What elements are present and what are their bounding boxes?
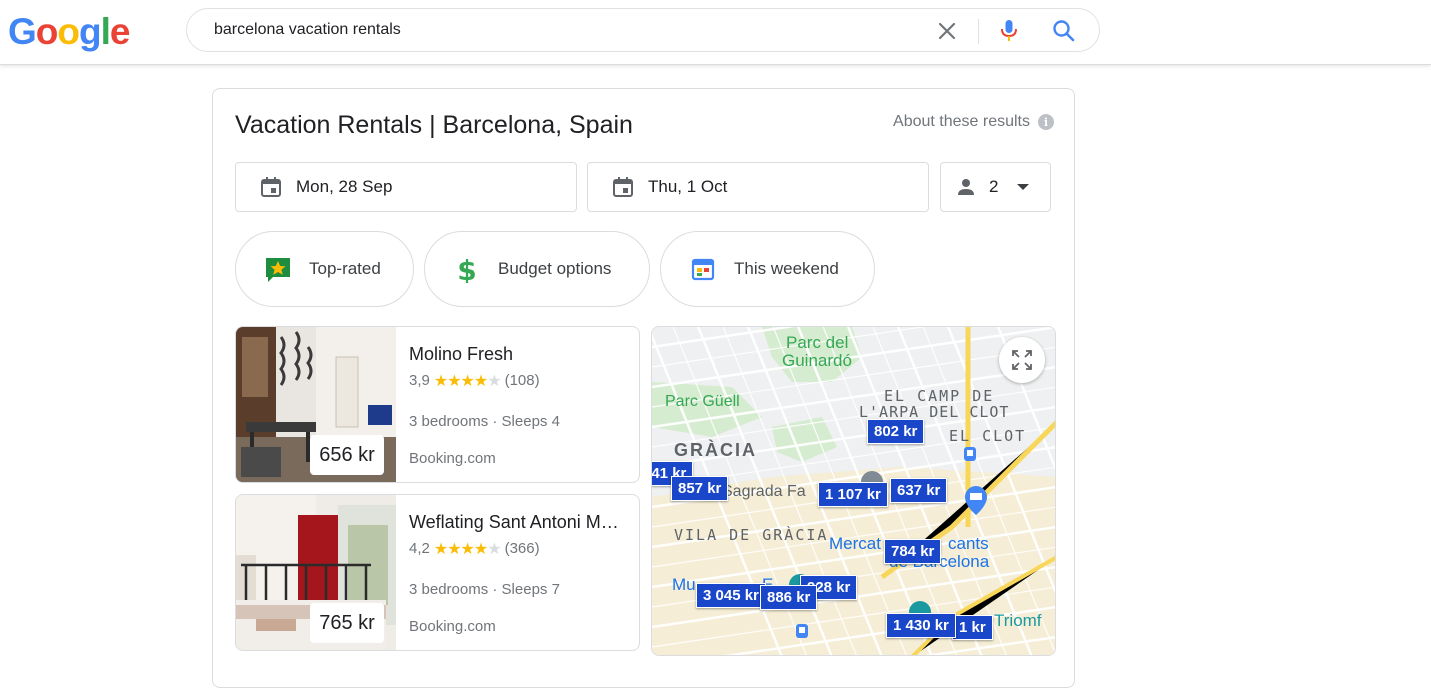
calendar-icon (261, 177, 281, 197)
star-rating-icon: ★★★★★ (433, 539, 502, 558)
map-label-district: GRÀCIA (674, 440, 757, 460)
logo-letter: o (57, 11, 80, 52)
search-box[interactable]: barcelona vacation rentals (186, 8, 1100, 52)
listing-card[interactable]: 765 kr Weflating Sant Antoni M… 4,2 ★★★★… (235, 494, 640, 651)
rating-value: 3,9 (409, 372, 430, 389)
logo-letter: o (35, 11, 59, 52)
svg-text:$: $ (457, 255, 476, 283)
map-label-place: Triomf (994, 611, 1042, 630)
logo-letter: l (100, 11, 111, 52)
map-label-place: Mu (672, 575, 696, 594)
map-price-pin[interactable]: 857 kr (671, 476, 729, 501)
vacation-rentals-card: Vacation Rentals | Barcelona, Spain Abou… (212, 88, 1075, 688)
listing-photo[interactable]: 765 kr (236, 495, 396, 650)
listing-rating: 4,2 ★★★★★ (366) (409, 539, 540, 558)
listing-rating: 3,9 ★★★★★ (108) (409, 371, 540, 390)
map-price-pin[interactable]: 784 kr (884, 539, 942, 564)
map-label-park: Parc Güell (665, 393, 740, 410)
map-price-pin[interactable]: 3 045 kr (696, 583, 766, 608)
listing-price: 765 kr (310, 603, 384, 643)
review-count: (108) (504, 372, 540, 389)
map-price-pin[interactable]: 1 430 kr (886, 613, 956, 638)
rating-value: 4,2 (409, 540, 430, 557)
header: Google barcelona vacation rentals (0, 0, 1431, 65)
review-count: (366) (504, 540, 540, 557)
map-label-district: VILA DE GRÀCIA (674, 526, 829, 544)
guests-count: 2 (989, 177, 999, 196)
clear-button[interactable] (935, 19, 959, 43)
chevron-down-icon (1017, 184, 1030, 190)
map-label-place: Mercat (829, 534, 881, 553)
checkout-date-field[interactable]: Thu, 1 Oct (587, 162, 929, 212)
google-logo[interactable]: Google (8, 11, 131, 52)
map-price-pin[interactable]: 802 kr (867, 419, 925, 444)
filter-chip-label: Budget options (498, 259, 612, 278)
card-title: Vacation Rentals | Barcelona, Spain (235, 111, 633, 139)
listing-source: Booking.com (409, 618, 496, 635)
close-icon (938, 22, 956, 40)
checkin-date-field[interactable]: Mon, 28 Sep (235, 162, 577, 212)
search-divider (978, 19, 979, 44)
filter-chip-label: Top-rated (309, 259, 381, 278)
filter-chip-top-rated[interactable]: Top-rated (235, 231, 414, 307)
map-price-pin[interactable]: 1 107 kr (818, 482, 888, 507)
map-label-place: cants (948, 534, 989, 553)
logo-letter: g (79, 11, 102, 52)
star-rating-icon: ★★★★★ (433, 371, 502, 390)
logo-letter: G (8, 11, 37, 52)
calendar-icon (613, 177, 633, 197)
listing-price: 656 kr (310, 435, 384, 475)
map-label-district: EL CLOT (949, 427, 1027, 445)
filter-chip-this-weekend[interactable]: This weekend (660, 231, 875, 307)
fullscreen-icon (1012, 350, 1032, 370)
listing-details: 3 bedrooms · Sleeps 4 (409, 413, 560, 430)
info-icon: i (1038, 114, 1054, 130)
about-results-label: About these results (893, 113, 1030, 130)
guests-selector[interactable]: 2 (940, 162, 1051, 212)
checkin-date-value: Mon, 28 Sep (296, 177, 393, 196)
filter-chip-budget-options[interactable]: $ Budget options (424, 231, 650, 307)
dollar-icon: $ (457, 255, 476, 283)
listing-name[interactable]: Weflating Sant Antoni M… (409, 512, 631, 533)
checkout-date-value: Thu, 1 Oct (648, 177, 728, 196)
map-price-pin[interactable]: 886 kr (760, 585, 818, 610)
voice-search-button[interactable] (997, 18, 1021, 44)
listing-card[interactable]: 656 kr Molino Fresh 3,9 ★★★★★ (108) 3 be… (235, 326, 640, 483)
search-button[interactable] (1051, 18, 1077, 44)
person-icon (958, 179, 974, 195)
map-label-park: Parc del (786, 333, 849, 352)
listing-name[interactable]: Molino Fresh (409, 344, 631, 365)
search-icon (1053, 20, 1075, 42)
map-label-park: Guinardó (782, 351, 852, 370)
search-input[interactable]: barcelona vacation rentals (214, 21, 401, 39)
rentals-map[interactable]: Parc del Guinardó Parc Güell GRÀCIA EL C… (651, 326, 1056, 656)
map-expand-button[interactable] (999, 337, 1045, 383)
map-label-place: Sagrada Fa (722, 483, 806, 500)
listing-photo[interactable]: 656 kr (236, 327, 396, 482)
map-price-pin[interactable]: 1 kr (952, 615, 993, 640)
star-flag-icon (266, 258, 290, 282)
listing-source: Booking.com (409, 450, 496, 467)
about-results-link[interactable]: About these results i (893, 113, 1054, 131)
microphone-icon (1001, 20, 1017, 41)
logo-letter: e (109, 11, 131, 52)
calendar-icon (691, 258, 715, 281)
listing-details: 3 bedrooms · Sleeps 7 (409, 581, 560, 598)
filter-chip-label: This weekend (734, 259, 839, 278)
map-price-pin[interactable]: 637 kr (890, 478, 948, 503)
